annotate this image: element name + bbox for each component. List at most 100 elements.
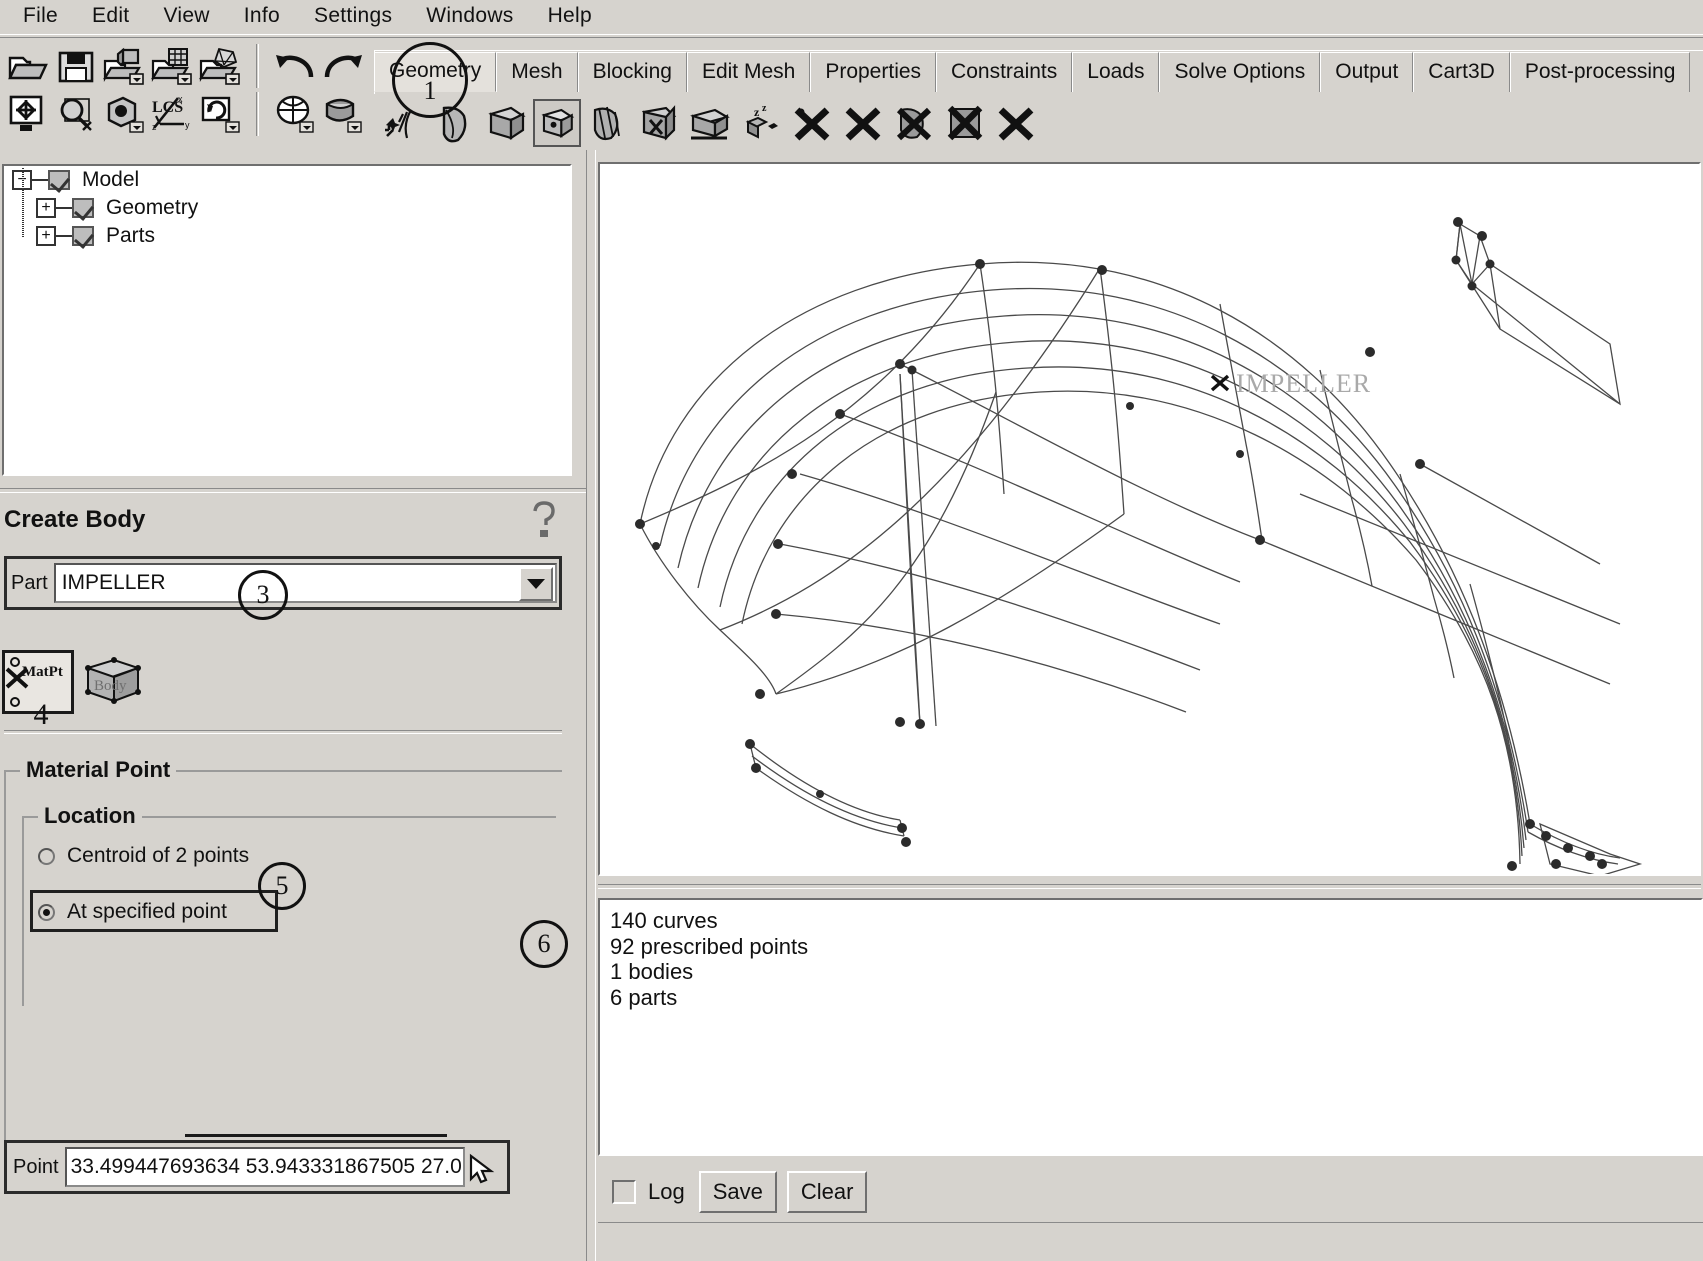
lcs-icon[interactable]: LCS x y z bbox=[150, 92, 194, 136]
point-input[interactable]: 33.499447693634 53.943331867505 27.0 bbox=[64, 1147, 465, 1187]
cursor-arrow-icon[interactable] bbox=[465, 1153, 499, 1187]
tab-edit-mesh[interactable]: Edit Mesh bbox=[686, 52, 811, 92]
panel-splitter[interactable] bbox=[586, 150, 596, 1261]
delete-surface-icon[interactable] bbox=[890, 99, 938, 147]
rotate-view-icon[interactable] bbox=[102, 92, 146, 136]
load-mesh-icon[interactable] bbox=[150, 44, 194, 88]
open-folder-icon[interactable] bbox=[6, 44, 50, 88]
model-tree[interactable]: − Model + Geometry + Parts bbox=[2, 164, 572, 476]
menu-item-help[interactable]: Help bbox=[531, 2, 609, 32]
at-specified-point-radio[interactable]: At specified point bbox=[38, 900, 227, 924]
create-surface-icon[interactable] bbox=[482, 99, 530, 147]
delete-point-icon[interactable] bbox=[788, 99, 836, 147]
tab-label: Mesh bbox=[511, 59, 563, 83]
tab-label: Blocking bbox=[592, 59, 672, 83]
viewport-part-label: IMPELLER bbox=[1236, 369, 1372, 398]
tree-node-model[interactable]: − Model bbox=[4, 166, 570, 194]
status-bar bbox=[598, 1222, 1703, 1261]
svg-text:y: y bbox=[185, 120, 190, 130]
location-legend: Location bbox=[38, 803, 142, 829]
svg-text:z: z bbox=[762, 103, 767, 114]
graphics-viewport[interactable]: IMPELLER bbox=[598, 162, 1701, 876]
message-line: 92 prescribed points bbox=[610, 933, 809, 959]
point-label: Point bbox=[13, 1155, 59, 1178]
zoom-box-icon[interactable] bbox=[54, 92, 98, 136]
fit-view-icon[interactable] bbox=[6, 92, 50, 136]
material-point-method-button[interactable]: MatPt MatPt bbox=[2, 650, 74, 714]
tab-output[interactable]: Output bbox=[1320, 52, 1414, 92]
part-selector-group: Part IMPELLER bbox=[4, 556, 562, 610]
message-log[interactable]: 140 curves 92 prescribed points 1 bodies… bbox=[598, 898, 1703, 1156]
tab-solve-options[interactable]: Solve Options bbox=[1159, 52, 1321, 92]
restore-dormant-icon[interactable]: zz bbox=[737, 99, 785, 147]
log-checkbox[interactable] bbox=[612, 1180, 636, 1204]
svg-text:z: z bbox=[152, 122, 157, 132]
clear-log-button[interactable]: Clear bbox=[786, 1171, 868, 1213]
icem-cfd-main-window: File Edit View Info Settings Windows Hel… bbox=[0, 0, 1703, 1261]
tree-checkbox[interactable] bbox=[72, 198, 94, 218]
tab-label: Post-processing bbox=[1524, 59, 1676, 83]
tree-checkbox[interactable] bbox=[72, 226, 94, 246]
menu-bar: File Edit View Info Settings Windows Hel… bbox=[0, 0, 1703, 34]
menu-item-settings[interactable]: Settings bbox=[297, 2, 409, 32]
radio-indicator[interactable] bbox=[38, 847, 55, 865]
part-label: Part bbox=[11, 571, 48, 594]
help-question-icon[interactable] bbox=[528, 500, 562, 540]
delete-curve-icon[interactable] bbox=[839, 99, 887, 147]
part-value: IMPELLER bbox=[61, 571, 166, 594]
load-blocking-icon[interactable] bbox=[198, 44, 242, 88]
tree-vertical-connector bbox=[22, 168, 24, 238]
tree-node-parts[interactable]: + Parts bbox=[4, 222, 570, 250]
tree-checkbox[interactable] bbox=[48, 170, 70, 190]
menu-item-view[interactable]: View bbox=[146, 2, 226, 32]
tab-post-processing[interactable]: Post-processing bbox=[1509, 52, 1691, 92]
menu-item-edit[interactable]: Edit bbox=[75, 2, 146, 32]
centroid-of-2-points-radio[interactable]: Centroid of 2 points bbox=[38, 844, 249, 868]
display-solid-icon[interactable] bbox=[321, 92, 365, 136]
menu-item-windows[interactable]: Windows bbox=[409, 2, 530, 32]
body-method-buttons: MatPt MatPt Body Body bbox=[2, 650, 152, 720]
toolbar-separator bbox=[256, 44, 259, 88]
toolbar-separator-2 bbox=[256, 92, 259, 136]
delete-any-icon[interactable] bbox=[992, 99, 1040, 147]
tab-properties[interactable]: Properties bbox=[810, 52, 937, 92]
svg-text:Body: Body bbox=[94, 678, 127, 694]
redo-icon[interactable] bbox=[321, 44, 365, 88]
tab-constraints[interactable]: Constraints bbox=[936, 52, 1073, 92]
create-point-icon[interactable] bbox=[380, 99, 428, 147]
undo-icon[interactable] bbox=[273, 44, 317, 88]
message-line: 1 bodies bbox=[610, 959, 694, 985]
part-combo-box[interactable]: IMPELLER bbox=[53, 563, 557, 603]
load-geometry-icon[interactable] bbox=[102, 44, 146, 88]
tab-label: Cart3D bbox=[1428, 59, 1495, 83]
menu-item-file[interactable]: File bbox=[6, 2, 75, 32]
panel-separator bbox=[0, 488, 586, 493]
geometry-function-toolbar: zz bbox=[380, 97, 1040, 149]
radio-indicator[interactable] bbox=[38, 903, 55, 921]
repair-geometry-icon[interactable] bbox=[635, 99, 683, 147]
tab-mesh[interactable]: Mesh bbox=[496, 52, 578, 92]
tab-loads[interactable]: Loads bbox=[1072, 52, 1160, 92]
chevron-down-icon[interactable] bbox=[519, 567, 553, 601]
tree-node-geometry[interactable]: + Geometry bbox=[4, 194, 570, 222]
tree-node-label: Geometry bbox=[106, 196, 199, 219]
tab-blocking[interactable]: Blocking bbox=[577, 52, 687, 92]
refresh-view-icon[interactable] bbox=[198, 92, 242, 136]
tab-geometry[interactable]: Geometry bbox=[374, 52, 497, 92]
tree-node-label: Model bbox=[82, 168, 140, 191]
tree-node-label: Parts bbox=[106, 224, 156, 247]
menu-item-info[interactable]: Info bbox=[227, 2, 297, 32]
delete-body-icon[interactable] bbox=[941, 99, 989, 147]
tab-cart3d[interactable]: Cart3D bbox=[1413, 52, 1510, 92]
save-disk-icon[interactable] bbox=[54, 44, 98, 88]
display-wireframe-icon[interactable] bbox=[273, 92, 317, 136]
save-log-button[interactable]: Save bbox=[698, 1171, 777, 1213]
transform-geometry-icon[interactable] bbox=[686, 99, 734, 147]
radio-label: At specified point bbox=[67, 900, 227, 923]
module-tab-strip: Geometry Mesh Blocking Edit Mesh Propert… bbox=[374, 46, 1703, 94]
create-body-icon[interactable] bbox=[533, 99, 581, 147]
body-from-surfaces-method-button[interactable]: Body Body bbox=[80, 650, 152, 714]
create-plane-icon[interactable] bbox=[584, 99, 632, 147]
viewport-message-separator[interactable] bbox=[598, 884, 1701, 889]
create-curve-icon[interactable] bbox=[431, 99, 479, 147]
